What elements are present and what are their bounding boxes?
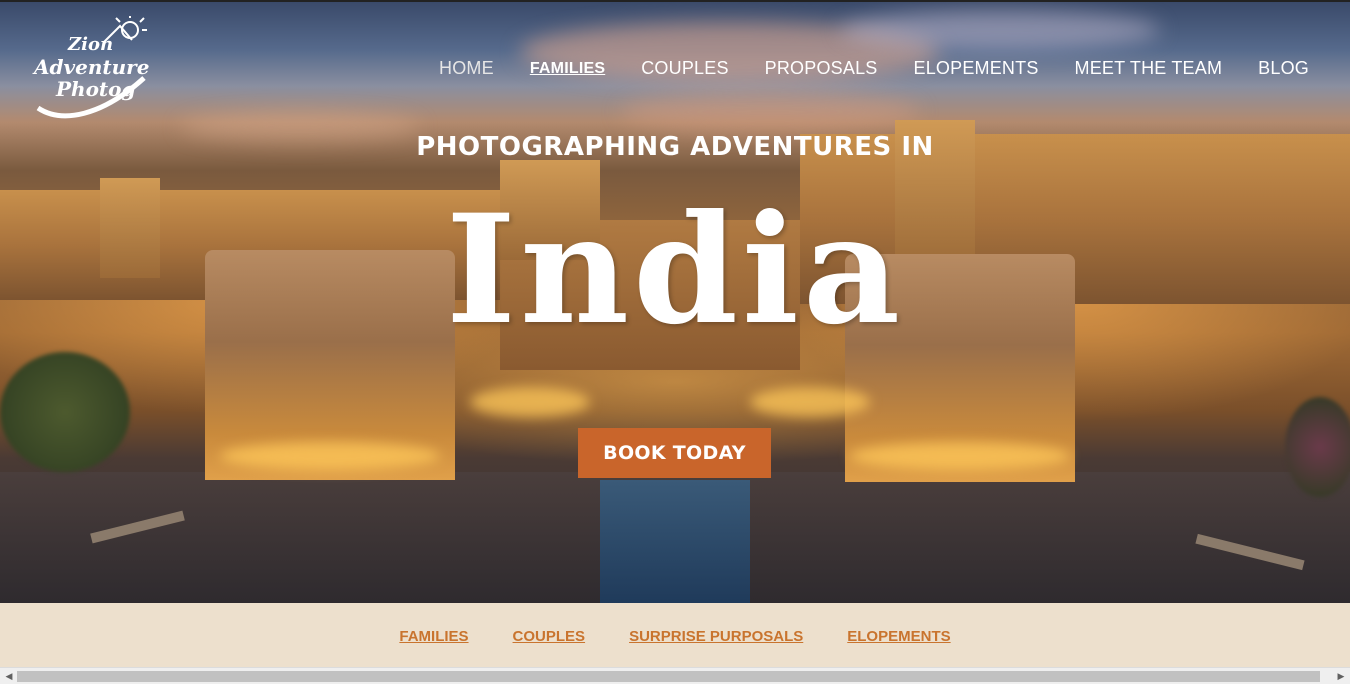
- light-glow: [220, 442, 440, 470]
- nav-item-families[interactable]: FAMILIES: [530, 60, 605, 79]
- primary-nav: HOME FAMILIES COUPLES PROPOSALS ELOPEMEN…: [439, 58, 1309, 79]
- sky-cloud: [840, 10, 1160, 50]
- light-glow: [470, 387, 590, 417]
- svg-text:Adventure: Adventure: [32, 55, 149, 79]
- nav-item-couples[interactable]: COUPLES: [641, 58, 728, 79]
- nav-item-proposals[interactable]: PROPOSALS: [765, 58, 878, 79]
- sky-cloud: [620, 92, 920, 132]
- category-links-bar: FAMILIES COUPLES SURPRISE PURPOSALS ELOP…: [0, 603, 1350, 667]
- scrollbar-thumb[interactable]: [17, 671, 1320, 682]
- book-today-button[interactable]: BOOK TODAY: [578, 428, 771, 478]
- category-link-elopements[interactable]: ELOPEMENTS: [847, 628, 950, 645]
- nav-item-blog[interactable]: BLOG: [1258, 58, 1309, 79]
- hero-kicker: PHOTOGRAPHING ADVENTURES IN: [416, 132, 934, 162]
- nav-item-home[interactable]: HOME: [439, 58, 494, 79]
- svg-text:Zion: Zion: [67, 34, 113, 55]
- horizontal-scrollbar[interactable]: ◀ ▶: [0, 667, 1350, 684]
- category-link-couples[interactable]: COUPLES: [513, 628, 586, 645]
- hero-headline: India: [445, 182, 905, 358]
- scroll-left-arrow-icon[interactable]: ◀: [2, 670, 16, 683]
- category-link-families[interactable]: FAMILIES: [399, 628, 468, 645]
- flower-shrub: [1285, 397, 1350, 497]
- light-glow: [850, 442, 1070, 470]
- hero-section: Zion Adventure Photog HOME FAMILIES COUP…: [0, 0, 1350, 603]
- nav-item-elopements[interactable]: ELOPEMENTS: [914, 58, 1039, 79]
- nav-item-meet-the-team[interactable]: MEET THE TEAM: [1075, 58, 1223, 79]
- flower-shrub: [0, 352, 130, 472]
- site-logo[interactable]: Zion Adventure Photog: [32, 14, 162, 122]
- reflecting-pool: [600, 480, 750, 603]
- logo-mark-icon: Zion Adventure Photog: [32, 14, 149, 119]
- svg-text:Photog: Photog: [55, 77, 135, 101]
- category-link-surprise-proposals[interactable]: SURPRISE PURPOSALS: [629, 628, 803, 645]
- light-glow: [750, 387, 870, 417]
- scroll-right-arrow-icon[interactable]: ▶: [1334, 670, 1348, 683]
